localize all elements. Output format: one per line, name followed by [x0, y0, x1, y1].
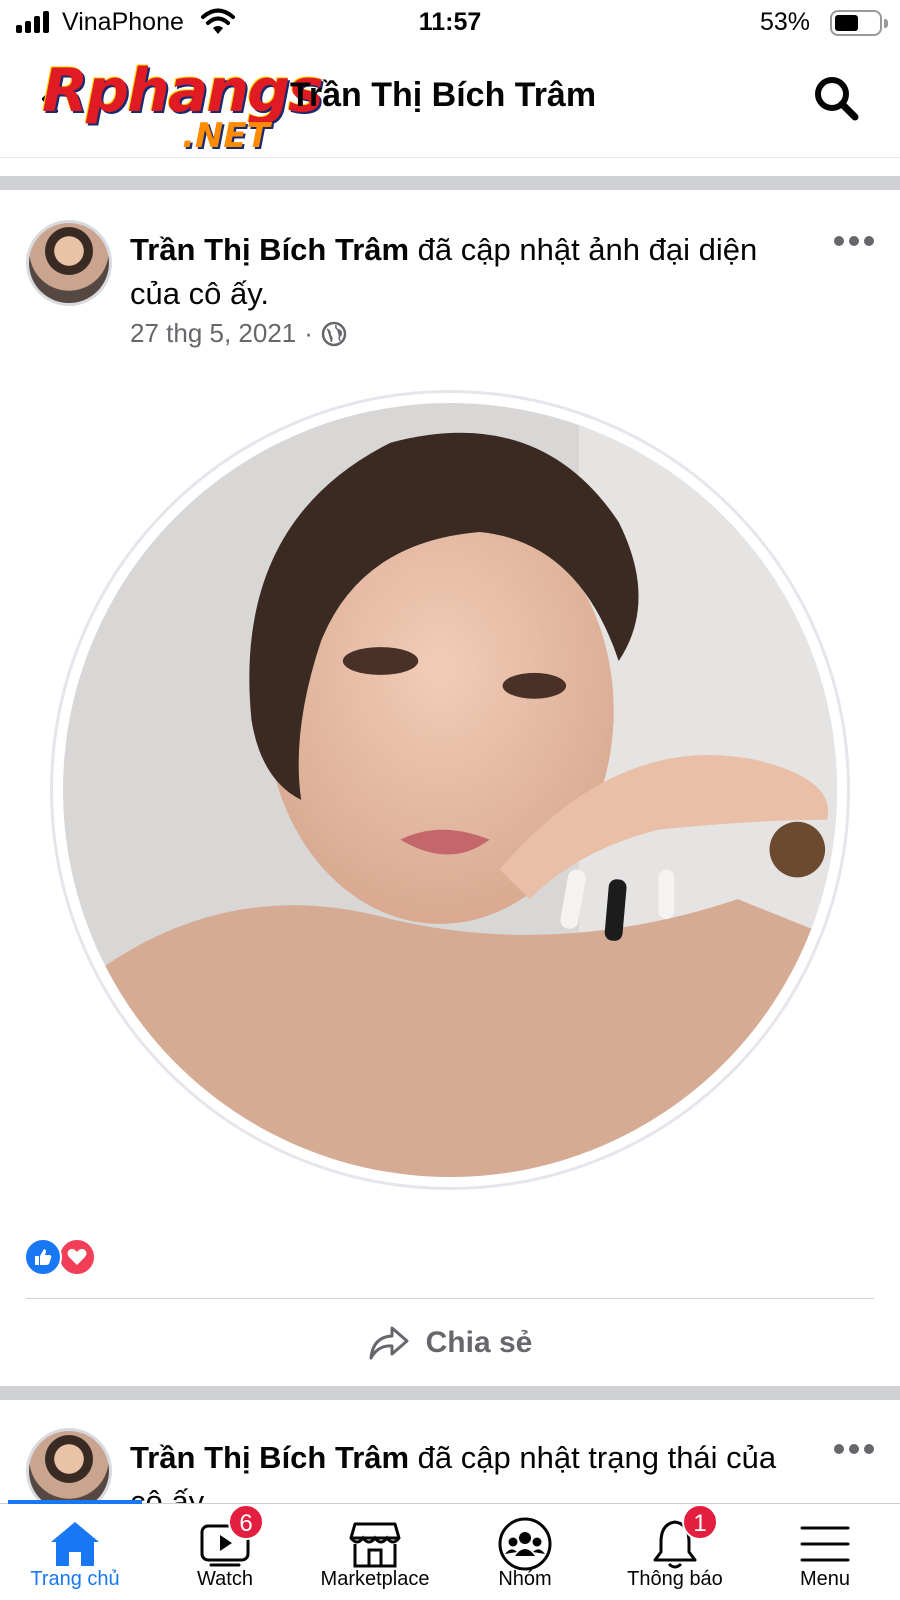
- tab-label: Marketplace: [320, 1568, 430, 1590]
- tab-label: Thông báo: [627, 1568, 723, 1590]
- menu-icon: [800, 1526, 850, 1562]
- more-options-icon[interactable]: [834, 1444, 874, 1456]
- tab-label: Menu: [799, 1568, 851, 1590]
- groups-icon: [498, 1517, 552, 1571]
- post-author[interactable]: Trần Thị Bích Trâm: [130, 1440, 409, 1475]
- avatar[interactable]: [26, 1428, 112, 1503]
- feed-post: Trần Thị Bích Trâm đã cập nhật trạng thá…: [0, 0, 900, 1503]
- tab-watch[interactable]: 6 Watch: [150, 1504, 300, 1600]
- tab-marketplace[interactable]: Marketplace: [300, 1504, 450, 1600]
- tab-label: Trang chủ: [30, 1568, 120, 1590]
- tab-groups[interactable]: Nhóm: [450, 1504, 600, 1600]
- tab-label: Watch: [197, 1568, 253, 1590]
- notification-badge: 1: [682, 1504, 718, 1540]
- tab-menu[interactable]: Menu: [750, 1504, 900, 1600]
- home-icon: [51, 1522, 99, 1566]
- tab-notifications[interactable]: 1 Thông báo: [600, 1504, 750, 1600]
- post-headline: Trần Thị Bích Trâm đã cập nhật trạng thá…: [130, 1436, 810, 1503]
- tab-home[interactable]: Trang chủ: [0, 1504, 150, 1600]
- bottom-tab-bar: Trang chủ 6 Watch Marketplace Nhóm 1 Thô…: [0, 1500, 900, 1600]
- love-reaction-icon: [58, 1238, 96, 1276]
- notification-badge: 6: [228, 1504, 264, 1540]
- tab-label: Nhóm: [498, 1568, 552, 1590]
- shop-icon: [349, 1522, 401, 1568]
- like-reaction-icon: [24, 1238, 62, 1276]
